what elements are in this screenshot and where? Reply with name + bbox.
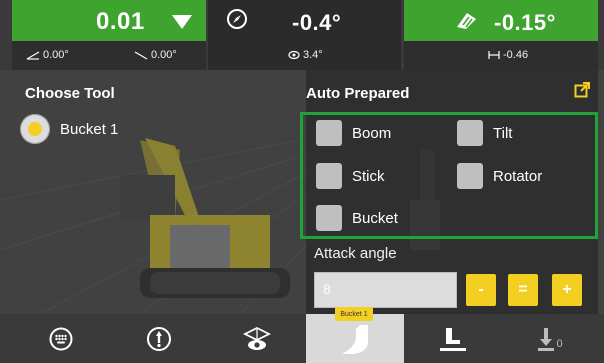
- auto-prepared-title: Auto Prepared: [306, 85, 410, 102]
- width-value: -0.46: [503, 49, 529, 61]
- rotate-icon: [288, 50, 300, 60]
- choose-tool-panel: Choose Tool Bucket 1: [12, 70, 306, 314]
- bucket-angle-panel[interactable]: -0.15° -0.46: [404, 0, 598, 70]
- checkbox-label: Bucket: [352, 209, 398, 227]
- cross-slope-value: 0.00°: [43, 49, 69, 61]
- triangle-down-icon[interactable]: [172, 15, 192, 29]
- bucket-button[interactable]: [306, 314, 404, 363]
- checkbox-label: Tilt: [493, 124, 513, 142]
- top-status-bar: 0.01 0.00° 0.00° -0.4° 3.4° -0.15° -0.46: [0, 0, 604, 70]
- keypad-button[interactable]: [12, 314, 110, 363]
- bucket-angle-icon: [457, 13, 476, 29]
- offset-zero-label: 0: [556, 337, 563, 350]
- slope-value: 0.00°: [151, 49, 177, 61]
- checkbox-stick[interactable]: Stick: [316, 163, 385, 189]
- checkbox-bucket[interactable]: Bucket: [316, 205, 398, 231]
- compass-icon: [227, 9, 247, 29]
- bucket-ground-button[interactable]: [404, 314, 502, 363]
- slope-icon: [134, 51, 148, 60]
- checkbox-tilt[interactable]: Tilt: [457, 120, 512, 146]
- offset-zero-icon: [538, 327, 555, 351]
- tooltip: Bucket 1: [335, 307, 373, 321]
- checkbox[interactable]: [457, 163, 483, 189]
- increase-button[interactable]: +: [552, 274, 582, 306]
- decrease-button[interactable]: -: [466, 274, 496, 306]
- checkbox-label: Boom: [352, 124, 392, 142]
- tool-option-label: Bucket 1: [60, 120, 119, 138]
- elevation-value: 0.01: [96, 8, 145, 35]
- cross-slope-icon: [26, 51, 40, 60]
- reset-button[interactable]: =: [508, 274, 538, 306]
- heading-value: -0.4°: [292, 10, 342, 35]
- bottom-toolbar: 0: [12, 314, 598, 363]
- checkbox[interactable]: [316, 120, 342, 146]
- checkbox-rotator[interactable]: Rotator: [457, 163, 542, 189]
- keypad-icon: [49, 327, 73, 350]
- position-marker-icon: [147, 326, 171, 351]
- rotation-value: 3.4°: [303, 49, 323, 61]
- checkbox[interactable]: [457, 120, 483, 146]
- position-marker-button[interactable]: [110, 314, 208, 363]
- radio-button[interactable]: [20, 114, 50, 144]
- view-icon: [242, 326, 272, 350]
- checkbox-boom[interactable]: Boom: [316, 120, 391, 146]
- checkbox[interactable]: [316, 205, 342, 231]
- heading-panel[interactable]: -0.4° 3.4°: [208, 0, 401, 70]
- attack-angle-label: Attack angle: [314, 245, 397, 262]
- attack-angle-input[interactable]: 8: [314, 272, 457, 308]
- external-link-icon[interactable]: [574, 82, 590, 98]
- checkbox-label: Stick: [352, 167, 385, 185]
- view-button[interactable]: [208, 314, 306, 363]
- offset-zero-button[interactable]: 0: [502, 314, 598, 363]
- choose-tool-title: Choose Tool: [25, 85, 115, 102]
- checkbox[interactable]: [316, 163, 342, 189]
- auto-prepared-panel: Auto Prepared Boom Tilt Stick Rotator Bu…: [300, 70, 598, 314]
- tool-option-bucket-1[interactable]: Bucket 1: [20, 114, 118, 144]
- bucket-angle-value: -0.15°: [494, 10, 556, 35]
- bucket-icon: [342, 324, 368, 354]
- bucket-ground-icon: [440, 327, 466, 351]
- width-icon: [488, 51, 500, 59]
- elevation-panel[interactable]: 0.01 0.00° 0.00°: [12, 0, 206, 70]
- checkbox-label: Rotator: [493, 167, 543, 185]
